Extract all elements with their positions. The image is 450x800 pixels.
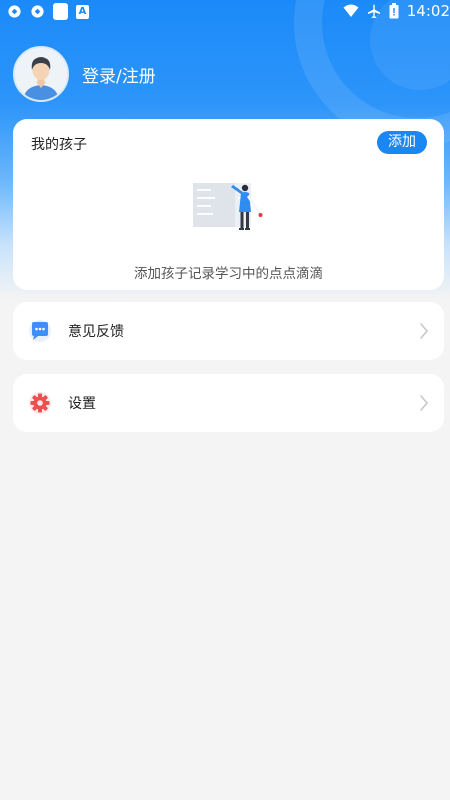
status-left-icons: A — [7, 3, 89, 20]
chat-bubble-icon — [29, 320, 51, 342]
settings-menu-item[interactable]: 设置 — [13, 374, 444, 432]
sync-icon — [31, 5, 44, 18]
font-a-icon: A — [76, 4, 89, 19]
chevron-right-icon — [420, 323, 428, 339]
sync-icon — [8, 5, 21, 18]
chevron-right-icon — [420, 395, 428, 411]
status-bar: A 14:02 — [0, 0, 450, 24]
settings-label: 设置 — [68, 396, 96, 412]
children-card: 我的孩子 添加 添加孩子记录学习中的点点滴滴 — [13, 119, 444, 290]
login-register-link[interactable]: 登录/注册 — [82, 62, 156, 87]
status-right-icons: 14:02 — [343, 2, 450, 20]
avatar[interactable] — [13, 46, 69, 102]
empty-state-illustration — [193, 183, 263, 230]
add-child-button[interactable]: 添加 — [377, 131, 427, 154]
wifi-icon — [343, 4, 359, 17]
battery-icon — [389, 3, 399, 19]
airplane-icon — [367, 4, 380, 18]
empty-state-text: 添加孩子记录学习中的点点滴滴 — [134, 266, 323, 282]
status-time: 14:02 — [406, 2, 450, 20]
feedback-label: 意见反馈 — [68, 324, 124, 340]
user-avatar-icon — [15, 48, 67, 100]
gear-icon — [29, 392, 51, 414]
feedback-menu-item[interactable]: 意见反馈 — [13, 302, 444, 360]
app-square-icon — [53, 3, 68, 20]
children-card-title: 我的孩子 — [31, 137, 87, 153]
profile-header[interactable]: 登录/注册 — [13, 46, 156, 102]
